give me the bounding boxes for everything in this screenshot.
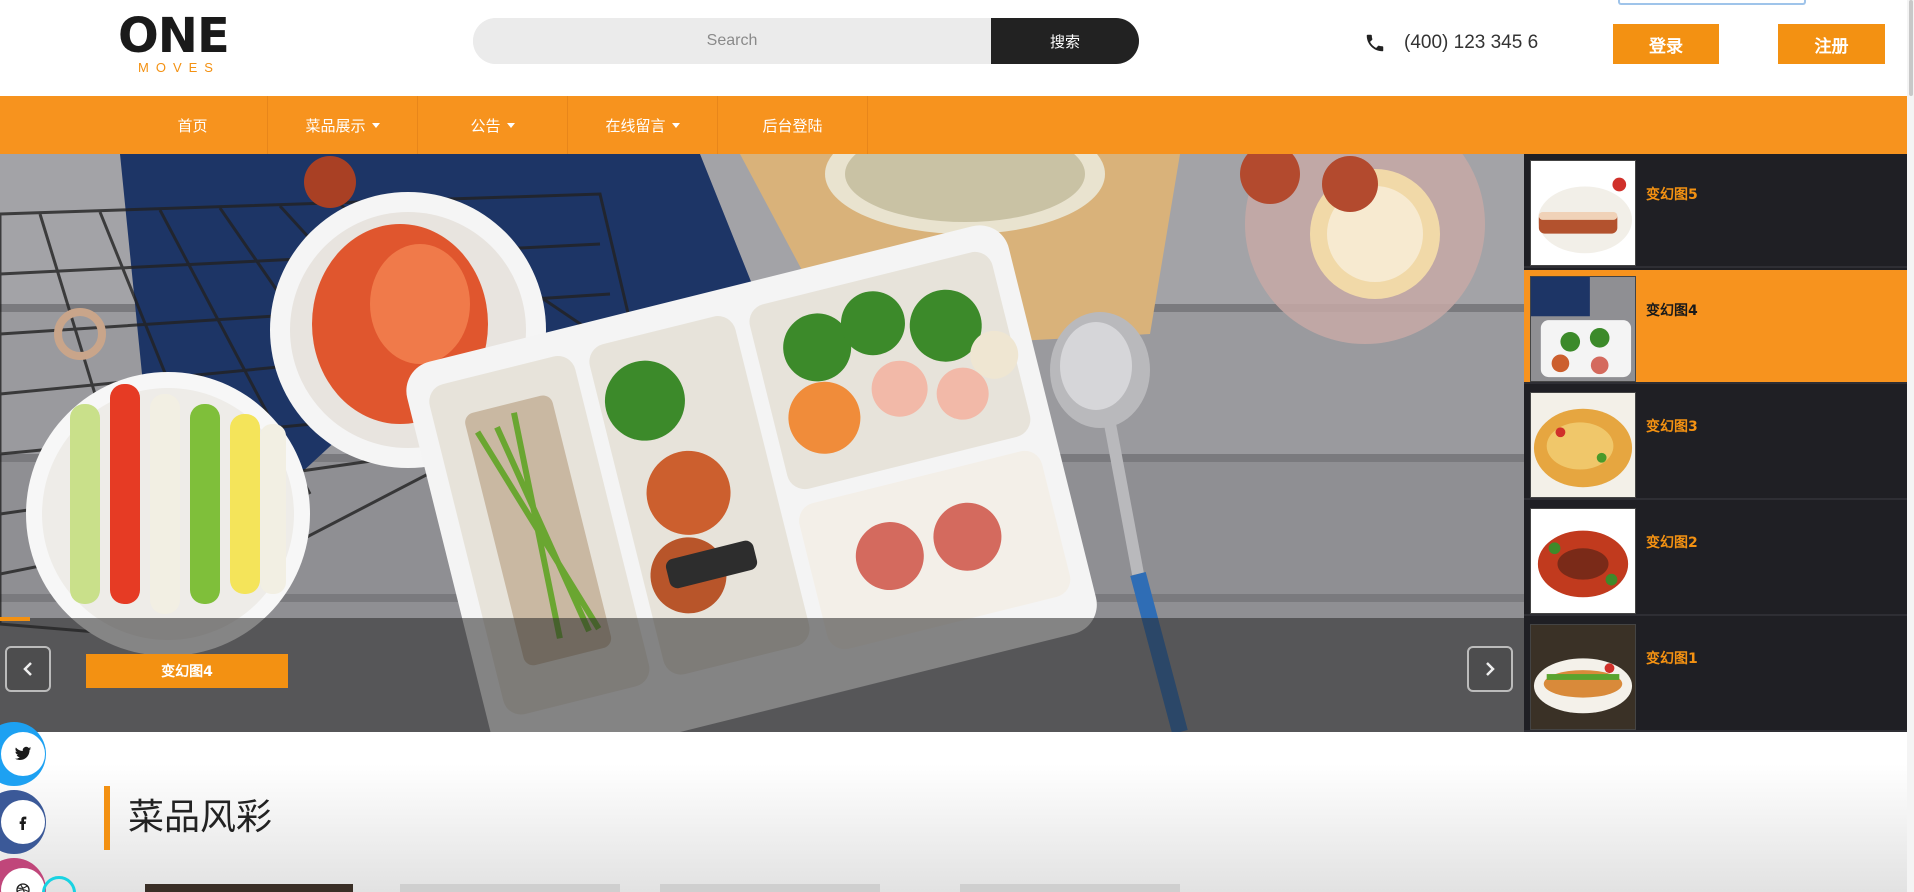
nav-item-admin-login[interactable]: 后台登陆 bbox=[718, 96, 868, 154]
nav-item-label: 后台登陆 bbox=[762, 116, 823, 135]
caret-down-icon bbox=[671, 122, 680, 128]
phone-number: (400) 123 345 6 bbox=[1404, 32, 1539, 53]
thumbnail-item[interactable]: 变幻图4 bbox=[1524, 270, 1907, 384]
slider-thumbnails: 变幻图5 变幻图4 变幻图3 变幻图2 变幻图1 bbox=[1524, 154, 1907, 732]
next-slide-button[interactable] bbox=[1467, 646, 1513, 692]
dribbble-icon bbox=[16, 883, 30, 892]
thumbnail-item[interactable]: 变幻图1 bbox=[1524, 618, 1907, 732]
dish-card[interactable] bbox=[960, 884, 1180, 892]
site-header: ONE MOVES 搜索 (400) 123 345 6 登录 注册 bbox=[0, 0, 1914, 96]
search-bar: 搜索 bbox=[473, 18, 1139, 64]
thumbnail-item[interactable]: 变幻图2 bbox=[1524, 502, 1907, 616]
thumbnail-image bbox=[1530, 508, 1636, 614]
nav-item-label: 在线留言 bbox=[605, 116, 666, 135]
nav-item-label: 首页 bbox=[177, 116, 208, 135]
caret-down-icon bbox=[506, 122, 515, 128]
thumbnail-item[interactable]: 变幻图3 bbox=[1524, 386, 1907, 500]
chevron-right-icon bbox=[1486, 662, 1495, 676]
hero-slider: 变幻图4 bbox=[0, 154, 1524, 732]
main-nav: 首页 菜品展示 公告 在线留言 后台登陆 bbox=[0, 96, 1907, 154]
dish-card[interactable] bbox=[660, 884, 880, 892]
nav-item-notices[interactable]: 公告 bbox=[418, 96, 568, 154]
register-button[interactable]: 注册 bbox=[1778, 24, 1885, 64]
section-title: 菜品风彩 bbox=[104, 786, 272, 850]
dish-card[interactable] bbox=[400, 884, 620, 892]
nav-item-label: 菜品展示 bbox=[305, 116, 366, 135]
logo-main-text: ONE bbox=[118, 8, 230, 64]
dropdown-edge bbox=[1618, 0, 1806, 5]
site-logo[interactable]: ONE MOVES bbox=[118, 8, 230, 75]
page-scrollbar[interactable] bbox=[1907, 0, 1914, 892]
dish-card[interactable] bbox=[145, 884, 353, 892]
nav-item-label: 公告 bbox=[470, 116, 501, 135]
thumbnail-title: 变幻图1 bbox=[1646, 651, 1698, 667]
contact-phone: (400) 123 345 6 bbox=[1364, 28, 1538, 58]
twitter-icon bbox=[14, 746, 32, 761]
search-button[interactable]: 搜索 bbox=[991, 18, 1139, 64]
slide-caption[interactable]: 变幻图4 bbox=[86, 654, 288, 688]
thumbnail-title: 变幻图4 bbox=[1646, 303, 1698, 319]
caret-down-icon bbox=[371, 122, 380, 128]
thumbnail-title: 变幻图5 bbox=[1646, 187, 1698, 203]
prev-slide-button[interactable] bbox=[5, 646, 51, 692]
thumbnail-title: 变幻图2 bbox=[1646, 535, 1698, 551]
thumbnail-image bbox=[1530, 392, 1636, 498]
phone-icon bbox=[1364, 32, 1386, 54]
chevron-left-icon bbox=[23, 662, 32, 676]
scrollbar-thumb[interactable] bbox=[1909, 0, 1913, 96]
slide-progress bbox=[0, 617, 30, 621]
facebook-icon bbox=[19, 816, 27, 830]
search-input[interactable] bbox=[473, 18, 991, 64]
dishes-section bbox=[0, 732, 1907, 892]
thumbnail-item[interactable]: 变幻图5 bbox=[1524, 154, 1907, 268]
nav-item-dishes[interactable]: 菜品展示 bbox=[268, 96, 418, 154]
logo-sub-text: MOVES bbox=[138, 60, 220, 75]
thumbnail-title: 变幻图3 bbox=[1646, 419, 1698, 435]
nav-item-messages[interactable]: 在线留言 bbox=[568, 96, 718, 154]
thumbnail-image bbox=[1530, 624, 1636, 730]
nav-item-home[interactable]: 首页 bbox=[118, 96, 268, 154]
thumbnail-image bbox=[1530, 276, 1636, 382]
thumbnail-image bbox=[1530, 160, 1636, 266]
login-button[interactable]: 登录 bbox=[1613, 24, 1719, 64]
